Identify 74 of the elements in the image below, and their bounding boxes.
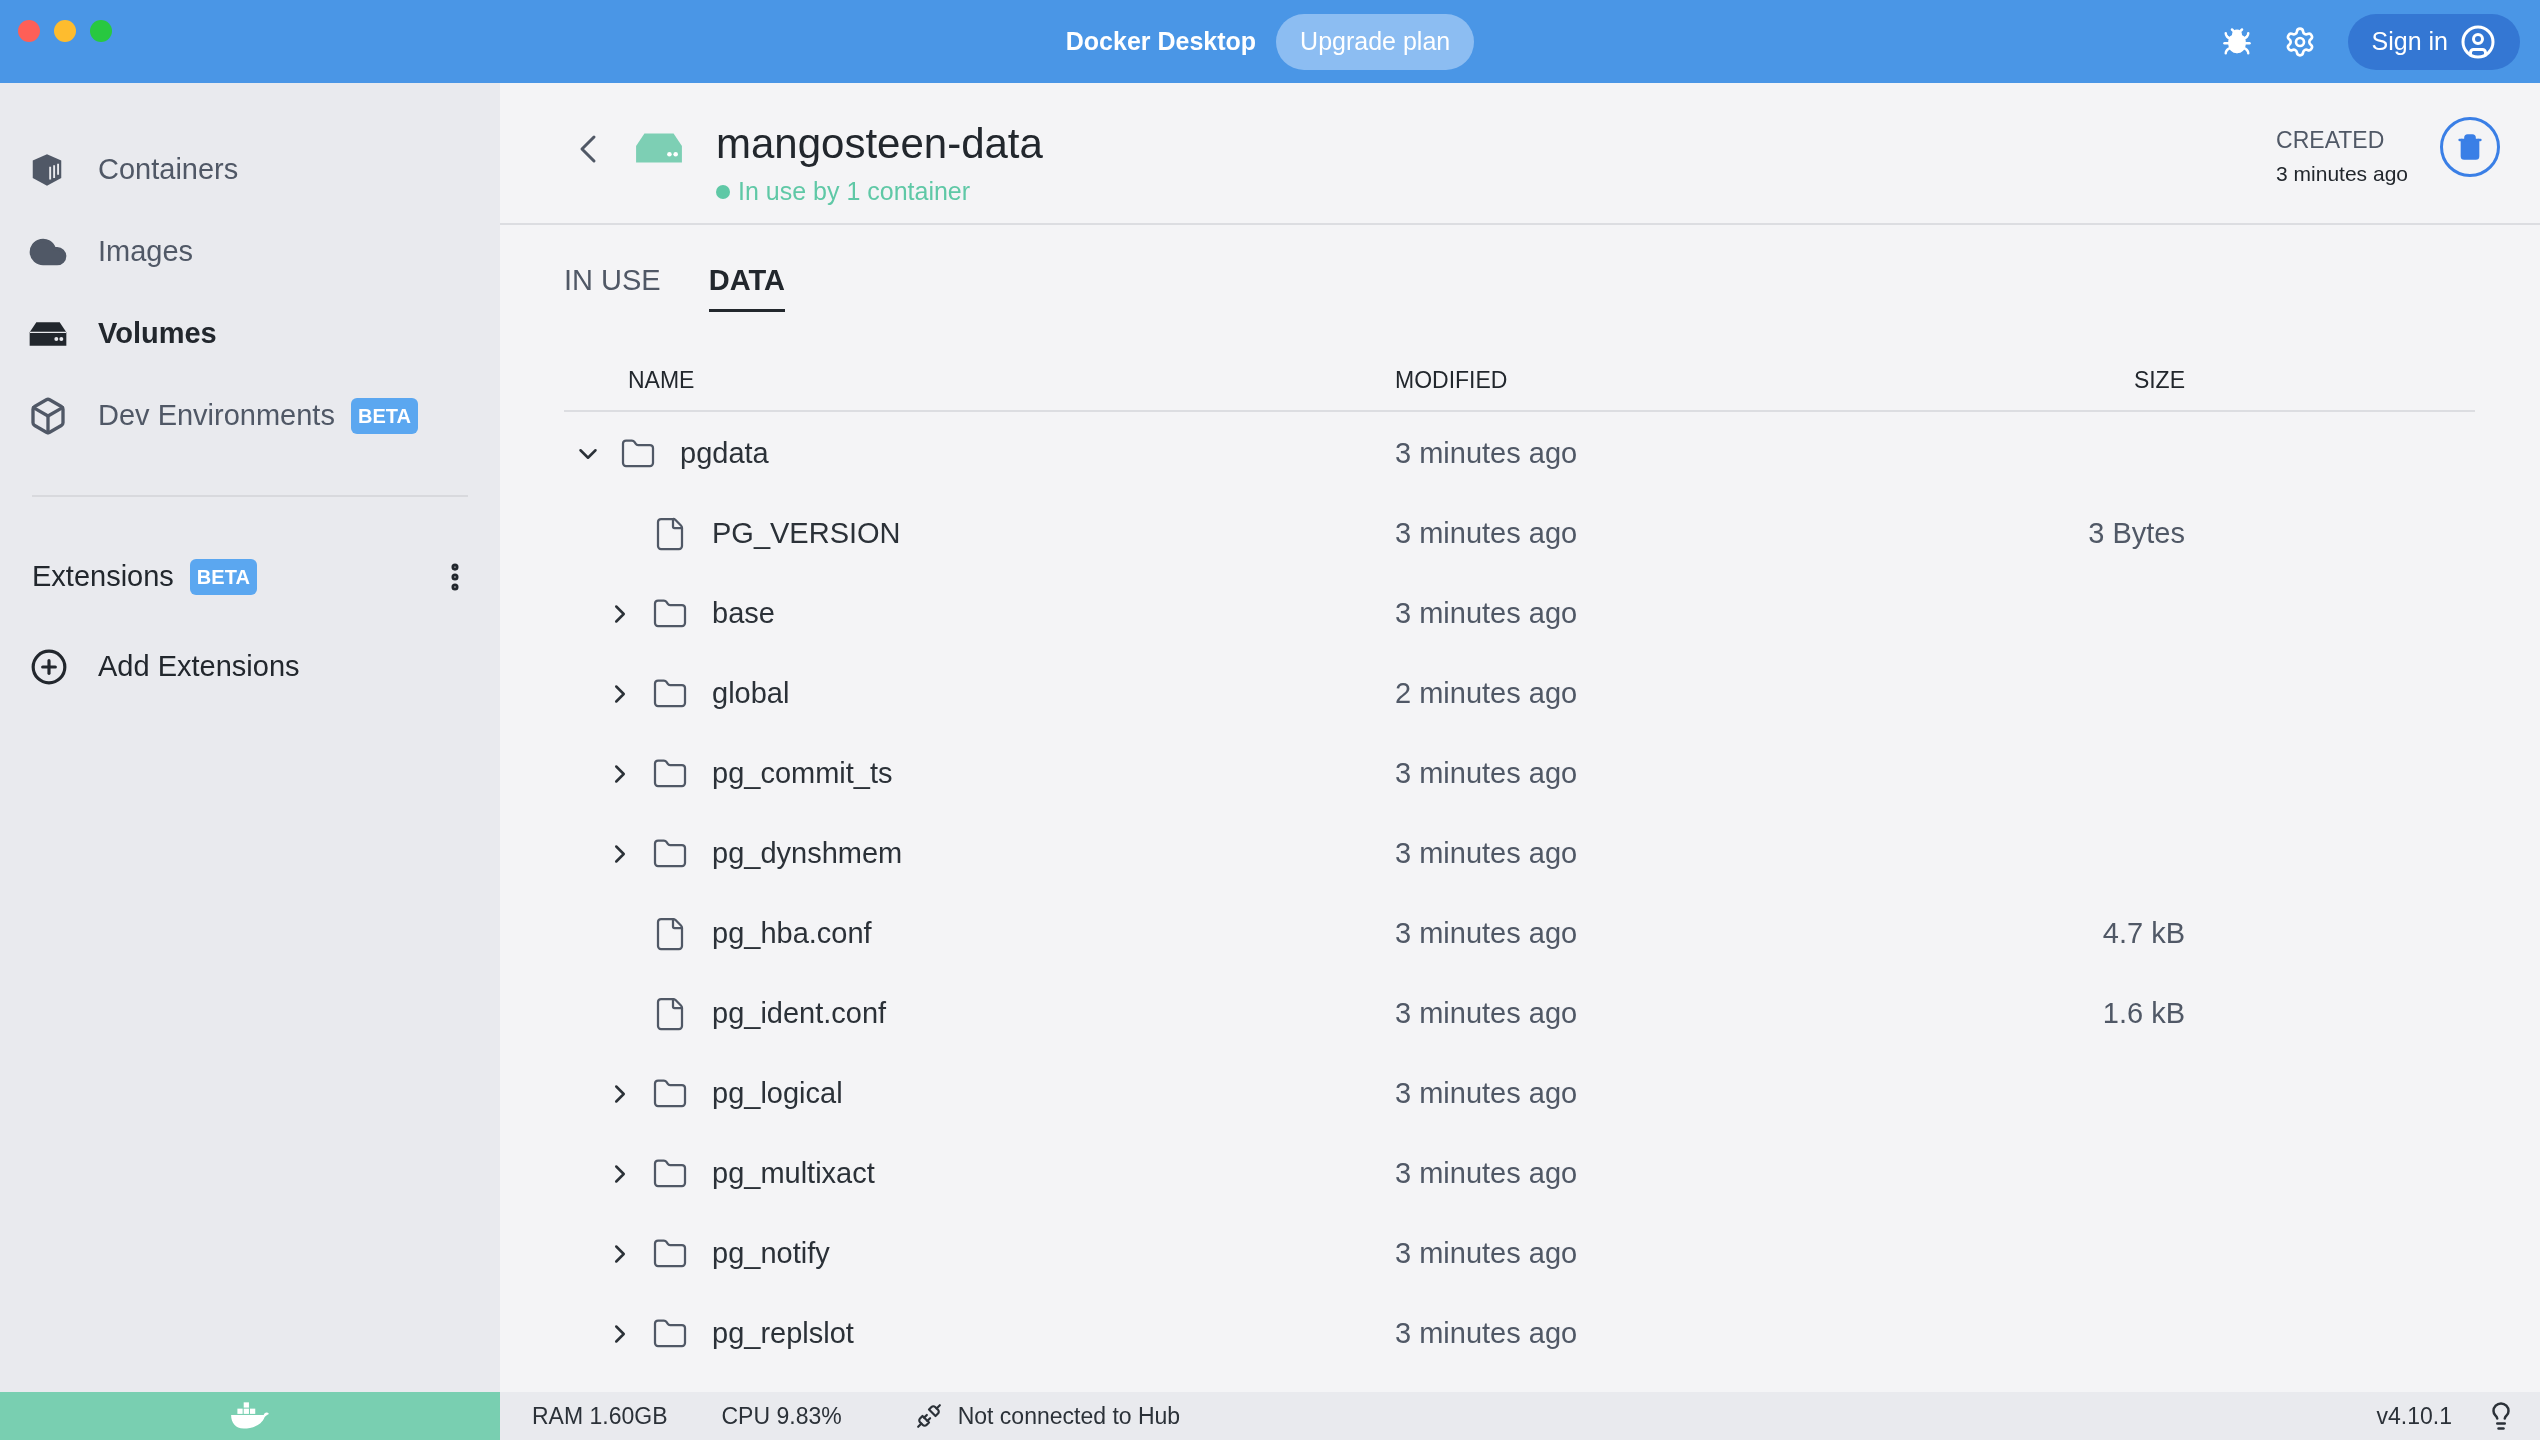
beta-badge: BETA <box>350 398 418 434</box>
sidebar-item[interactable]: Images <box>0 211 500 293</box>
beta-badge: BETA <box>189 559 257 595</box>
file-size: 1.6 kB <box>2102 995 2185 1031</box>
modified-time: 3 minutes ago <box>1395 1236 1578 1269</box>
sidebar-item[interactable]: Containers <box>0 129 500 211</box>
file-name: PG_VERSION <box>712 515 901 551</box>
modified-time: 3 minutes ago <box>1395 756 1578 789</box>
file-row[interactable]: pg_notify 3 minutes ago <box>564 1213 2475 1294</box>
file-name: pg_multixact <box>712 1155 875 1191</box>
file-row[interactable]: pg_hba.conf 3 minutes ago 4.7 kB <box>564 893 2475 974</box>
file-name: pgdata <box>680 435 769 471</box>
extensions-label: Extensions <box>32 559 174 595</box>
file-size: 3 Bytes <box>2088 515 2185 551</box>
usage-status: In use by 1 container <box>738 176 971 208</box>
modified-time: 2 minutes ago <box>1395 676 1578 709</box>
unplugged-icon <box>915 1403 942 1429</box>
created-label: CREATED <box>2276 126 2386 155</box>
file-row[interactable]: global 2 minutes ago <box>564 653 2475 734</box>
modified-time: 3 minutes ago <box>1395 516 1578 549</box>
file-name: pg_notify <box>712 1235 830 1271</box>
modified-time: 3 minutes ago <box>1395 1156 1578 1189</box>
cpu-usage: CPU 9.83% <box>721 1401 842 1431</box>
delete-button[interactable] <box>2440 117 2500 177</box>
file-row[interactable]: pg_multixact 3 minutes ago <box>564 1133 2475 1214</box>
file-row[interactable]: PG_VERSION 3 minutes ago 3 Bytes <box>564 493 2475 574</box>
hub-status: Not connected to Hub <box>957 1401 1181 1431</box>
file-size: 4.7 kB <box>2102 915 2185 951</box>
tab[interactable]: IN USE <box>564 259 661 312</box>
user-icon <box>2460 24 2496 60</box>
modified-time: 3 minutes ago <box>1395 996 1578 1029</box>
file-row[interactable]: pg_replslot 3 minutes ago <box>564 1293 2475 1374</box>
column-header[interactable]: MODIFIED <box>1395 367 1508 394</box>
add-icon <box>30 648 68 686</box>
file-row[interactable]: pg_dynshmem 3 minutes ago <box>564 813 2475 894</box>
sidebar-item[interactable]: Volumes <box>0 293 500 375</box>
file-name: pg_logical <box>712 1075 843 1111</box>
sidebar-label: Images <box>98 234 194 270</box>
version-label: v4.10.1 <box>2376 1401 2452 1431</box>
modified-time: 3 minutes ago <box>1395 916 1578 949</box>
cube-icon <box>28 396 68 436</box>
modified-time: 3 minutes ago <box>1395 1316 1578 1349</box>
sign-in-button[interactable]: Sign in <box>2347 14 2520 70</box>
add-extensions-item[interactable]: Add Extensions <box>0 637 500 697</box>
file-name: pg_replslot <box>712 1315 854 1351</box>
file-name: global <box>712 675 790 711</box>
file-name: pg_dynshmem <box>712 835 903 871</box>
file-row[interactable]: base 3 minutes ago <box>564 573 2475 654</box>
bug-icon[interactable] <box>2221 27 2252 57</box>
modified-time: 3 minutes ago <box>1395 596 1578 629</box>
tab[interactable]: DATA <box>708 259 785 312</box>
column-header[interactable]: SIZE <box>2133 363 2185 398</box>
file-row[interactable]: pg_logical 3 minutes ago <box>564 1053 2475 1134</box>
file-name: base <box>712 595 775 631</box>
ram-usage: RAM 1.60GB <box>532 1401 668 1431</box>
whale-icon <box>229 1402 271 1430</box>
modified-time: 3 minutes ago <box>1395 1076 1578 1109</box>
file-name: pg_ident.conf <box>712 995 887 1031</box>
modified-time: 3 minutes ago <box>1395 836 1578 869</box>
modified-time: 3 minutes ago <box>1395 436 1578 469</box>
sidebar-label: Volumes <box>98 316 217 352</box>
volume-name: mangosteen-data <box>716 119 1043 169</box>
sidebar-item[interactable]: Dev Environments BETA <box>0 375 500 457</box>
file-row[interactable]: pg_ident.conf 3 minutes ago 1.6 kB <box>564 973 2475 1054</box>
sidebar-label: Dev Environments <box>98 398 335 434</box>
file-name: pg_commit_ts <box>712 755 893 791</box>
window-title: Docker Desktop <box>1065 25 1257 57</box>
file-name: pg_hba.conf <box>712 915 872 951</box>
file-row[interactable]: pgdata 3 minutes ago <box>564 413 2475 494</box>
file-row[interactable]: pg_commit_ts 3 minutes ago <box>564 733 2475 814</box>
sidebar-label: Containers <box>98 152 239 188</box>
created-time: 3 minutes ago <box>2276 160 2408 187</box>
column-header[interactable]: NAME <box>628 367 695 394</box>
trash-icon <box>2456 133 2484 161</box>
